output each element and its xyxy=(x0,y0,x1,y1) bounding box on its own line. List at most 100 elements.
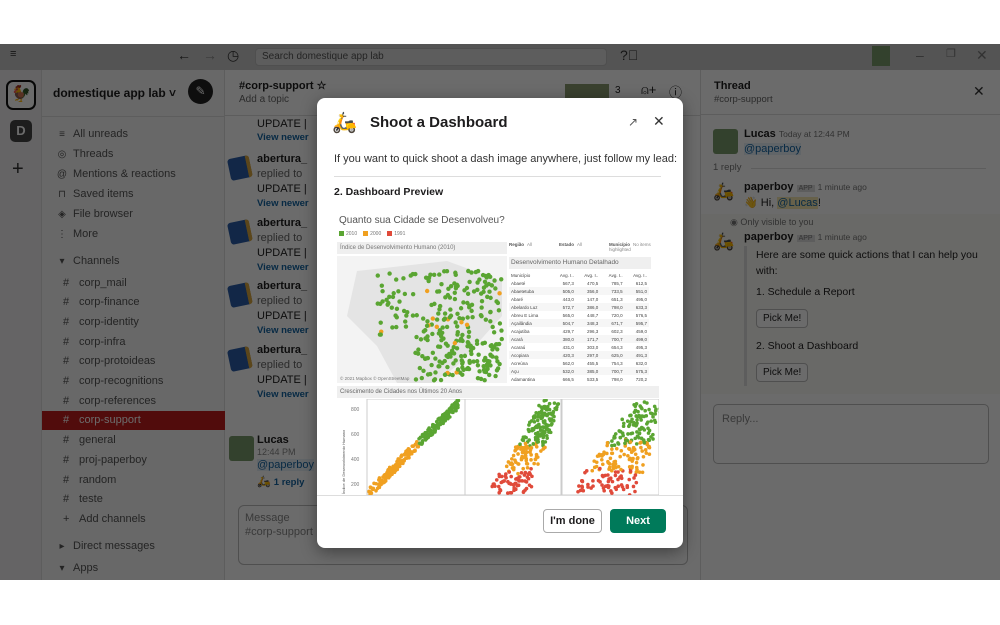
sidebar-channel-corp_mail[interactable]: # corp_mail xyxy=(42,273,225,292)
forward-arrow-icon[interactable]: → xyxy=(203,47,217,63)
channels-label: Channels xyxy=(73,255,120,267)
author-name[interactable]: abertura_ xyxy=(257,280,307,292)
channel-title[interactable]: #corp-support ☆ xyxy=(239,79,326,92)
sidebar-item-mentions-reactions[interactable]: @ Mentions & reactions xyxy=(54,164,225,184)
sidebar-channel-random[interactable]: # random xyxy=(42,470,225,489)
sidebar-item-label: Mentions & reactions xyxy=(73,168,176,180)
external-link-icon[interactable]: ↗ xyxy=(628,115,638,129)
replies-link[interactable]: 1 reply xyxy=(274,477,305,488)
help-icon[interactable]: ?⃝ xyxy=(620,47,638,63)
member-avatars[interactable] xyxy=(565,84,609,98)
minimize-icon[interactable]: – xyxy=(916,47,924,63)
close-icon[interactable]: ✕ xyxy=(973,83,985,100)
sidebar-channel-corp-support[interactable]: # corp-support xyxy=(42,410,225,430)
close-window-icon[interactable]: ✕ xyxy=(976,47,988,64)
table-header[interactable]: Avg. I.. xyxy=(600,271,624,279)
author-name[interactable]: abertura_ xyxy=(257,153,307,165)
filter-2[interactable]: Município No items highlighted xyxy=(609,242,659,252)
compose-icon[interactable]: ✎ xyxy=(188,79,213,104)
timestamp[interactable]: 1 minute ago xyxy=(818,232,867,242)
thread-channel[interactable]: #corp-support xyxy=(714,94,773,105)
add-workspace-icon[interactable]: + xyxy=(12,158,24,181)
author-name[interactable]: paperboy xyxy=(744,231,794,243)
author-name[interactable]: Lucas xyxy=(257,434,289,446)
sidebar-item-file-browser[interactable]: ◈ File browser xyxy=(54,204,225,224)
scatter-dot xyxy=(637,431,642,435)
done-button[interactable]: I'm done xyxy=(543,509,602,533)
sidebar-channel-general[interactable]: # general xyxy=(42,431,225,450)
view-newer-link[interactable]: View newer xyxy=(257,325,309,336)
map-dot xyxy=(454,346,460,351)
channels-section-toggle[interactable]: ▾ Channels xyxy=(54,251,225,271)
abertura-avatar[interactable] xyxy=(226,154,254,182)
author-name[interactable]: abertura_ xyxy=(257,217,307,229)
abertura-avatar[interactable] xyxy=(226,281,254,309)
sidebar-channel-teste[interactable]: # teste xyxy=(42,490,225,509)
filter-1[interactable]: Estado All xyxy=(559,242,609,247)
abertura-avatar[interactable] xyxy=(226,218,254,245)
add-channels-button[interactable]: + Add channels xyxy=(42,509,225,528)
workspace-name[interactable]: domestique app lab ˅ xyxy=(53,86,176,100)
timestamp[interactable]: 1 minute ago xyxy=(818,182,867,192)
mention[interactable]: @paperboy xyxy=(257,459,315,471)
table-header[interactable]: Município xyxy=(509,271,551,279)
sidebar-channel-corp-identity[interactable]: # corp-identity xyxy=(42,312,225,331)
legend-label: 2000 xyxy=(370,231,382,237)
close-icon[interactable]: ✕ xyxy=(653,113,665,130)
map-dot xyxy=(378,332,383,337)
abertura-avatar[interactable] xyxy=(226,345,254,372)
maximize-icon[interactable]: ❐ xyxy=(946,47,956,60)
sidebar-channel-corp-infra[interactable]: # corp-infra xyxy=(42,332,225,351)
scatter-dot xyxy=(641,463,645,467)
view-newer-link[interactable]: View newer xyxy=(257,262,309,273)
view-newer-link[interactable]: View newer xyxy=(257,389,309,400)
sidebar-channel-corp-references[interactable]: # corp-references xyxy=(42,391,225,410)
table-cell: 565,0 xyxy=(562,312,574,318)
user-avatar[interactable] xyxy=(872,46,890,66)
search-input[interactable]: Search domestique app lab xyxy=(255,48,607,66)
member-count[interactable]: 3 xyxy=(615,85,621,96)
sidebar-channel-corp-recognitions[interactable]: # corp-recognitions xyxy=(42,372,225,391)
sidebar-channel-corp-finance[interactable]: # corp-finance xyxy=(42,293,225,312)
apps-toggle[interactable]: ▾ Apps xyxy=(54,558,225,578)
sidebar-channel-proj-paperboy[interactable]: # proj-paperboy xyxy=(42,450,225,469)
workspace-logo[interactable]: 🐓 xyxy=(6,80,36,110)
scatter-dot xyxy=(600,454,604,458)
mention[interactable]: @Lucas xyxy=(777,197,818,209)
view-newer-link[interactable]: View newer xyxy=(257,198,309,209)
pick-me-dashboard-button[interactable]: Pick Me! xyxy=(756,363,809,382)
map-dot xyxy=(487,372,492,378)
sidebar-item-saved-items[interactable]: ⊓ Saved items xyxy=(54,184,225,204)
timestamp[interactable]: 12:44 PM xyxy=(257,447,296,457)
channel-topic[interactable]: Add a topic xyxy=(239,94,289,105)
author-name[interactable]: Lucas xyxy=(744,128,776,140)
map-dot xyxy=(460,359,465,365)
lucas-avatar[interactable] xyxy=(229,436,254,461)
author-name[interactable]: abertura_ xyxy=(257,344,307,356)
table-header[interactable]: Avg. I.. xyxy=(551,271,575,279)
next-button[interactable]: Next xyxy=(610,509,666,533)
timestamp[interactable]: Today at 12:44 PM xyxy=(779,129,850,139)
sidebar-channel-corp-protoideas[interactable]: # corp-protoideas xyxy=(42,352,225,371)
pick-me-schedule-button[interactable]: Pick Me! xyxy=(756,309,809,328)
sidebar-item-threads[interactable]: ◎ Threads xyxy=(54,144,225,164)
reply-input[interactable]: Reply... xyxy=(713,404,989,464)
author-name[interactable]: paperboy xyxy=(744,181,794,193)
mention[interactable]: @paperboy xyxy=(744,143,802,155)
add-member-icon[interactable]: ⍝+ xyxy=(641,82,656,98)
paperboy-avatar-icon[interactable]: 🛵 xyxy=(713,182,734,202)
paperboy-avatar-icon[interactable]: 🛵 xyxy=(713,232,734,252)
workspace-d[interactable]: D xyxy=(10,120,32,142)
scatter-dot xyxy=(543,406,548,411)
back-arrow-icon[interactable]: ← xyxy=(177,47,191,63)
filter-0[interactable]: Região All xyxy=(509,242,559,247)
lucas-avatar[interactable] xyxy=(713,129,738,154)
history-icon[interactable]: ◷ xyxy=(227,47,239,64)
sidebar-item-more[interactable]: ⋮ More xyxy=(54,224,225,244)
table-header[interactable]: Avg. I.. xyxy=(625,271,649,279)
menu-icon[interactable]: ≡ xyxy=(10,48,16,60)
sidebar-item-all-unreads[interactable]: ≡ All unreads xyxy=(54,124,225,144)
direct-messages-toggle[interactable]: ▸ Direct messages xyxy=(54,536,225,556)
view-newer-link[interactable]: View newer xyxy=(257,132,309,143)
table-header[interactable]: Avg. I.. xyxy=(576,271,600,279)
